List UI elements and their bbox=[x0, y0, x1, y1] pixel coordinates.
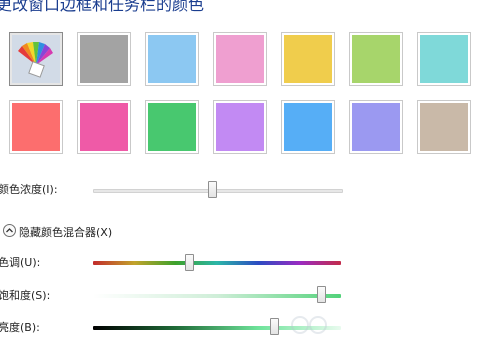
hue-track[interactable] bbox=[93, 261, 341, 265]
swatch-lime[interactable] bbox=[349, 32, 403, 86]
swatch-sky[interactable] bbox=[145, 32, 199, 86]
brightness-thumb[interactable] bbox=[269, 318, 279, 335]
swatch-red[interactable] bbox=[9, 100, 63, 154]
intensity-slider[interactable] bbox=[93, 180, 343, 200]
hue-slider[interactable] bbox=[93, 253, 341, 273]
swatch-blue[interactable] bbox=[281, 100, 335, 154]
mixer-toggle-label[interactable]: 隐藏颜色混合器(X) bbox=[19, 224, 112, 240]
page-title: 更改窗口边框和任务栏的颜色 bbox=[0, 0, 205, 14]
swatch-teal[interactable] bbox=[417, 32, 471, 86]
intensity-label: 颜色浓度(I): bbox=[0, 183, 58, 196]
swatch-lavender[interactable] bbox=[349, 100, 403, 154]
intensity-track[interactable] bbox=[93, 189, 343, 193]
swatch-violet[interactable] bbox=[213, 100, 267, 154]
intensity-thumb[interactable] bbox=[207, 181, 217, 198]
swatch-magenta[interactable] bbox=[77, 100, 131, 154]
saturation-track[interactable] bbox=[93, 294, 341, 298]
saturation-label: 饱和度(S): bbox=[0, 289, 51, 302]
swatch-gray[interactable] bbox=[77, 32, 131, 86]
swatch-taupe[interactable] bbox=[417, 100, 471, 154]
brightness-label: 亮度(B): bbox=[0, 321, 40, 334]
collapse-mixer-button[interactable] bbox=[3, 224, 16, 237]
swatch-green[interactable] bbox=[145, 100, 199, 154]
chevron-up-icon bbox=[6, 228, 13, 233]
swatch-custom-palette[interactable] bbox=[9, 32, 63, 86]
saturation-thumb[interactable] bbox=[316, 286, 326, 303]
swatch-pink[interactable] bbox=[213, 32, 267, 86]
saturation-slider[interactable] bbox=[93, 285, 341, 305]
hue-thumb[interactable] bbox=[185, 254, 195, 271]
swatch-yellow[interactable] bbox=[281, 32, 335, 86]
watermark-icon bbox=[291, 316, 327, 334]
hue-label: 色调(U): bbox=[0, 256, 41, 269]
color-palette-icon bbox=[18, 42, 53, 78]
